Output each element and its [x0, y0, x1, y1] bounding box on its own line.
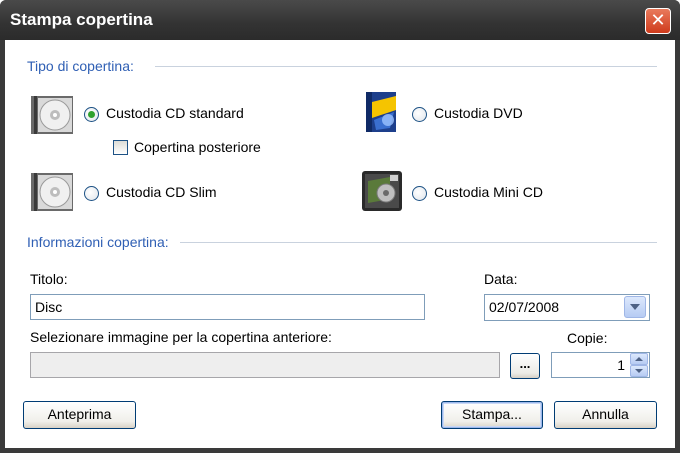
cd-case-icon: [31, 96, 73, 134]
label-cd-standard[interactable]: Custodia CD standard: [106, 105, 244, 121]
group-divider-cover-info: [180, 242, 657, 243]
copies-value: 1: [617, 357, 625, 373]
copies-spinner[interactable]: [630, 352, 648, 378]
close-button[interactable]: ✕: [645, 8, 671, 34]
mini-cd-case-icon: [362, 171, 402, 211]
image-path-input[interactable]: [30, 352, 500, 378]
date-dropdown-button[interactable]: [624, 296, 646, 318]
copies-label: Copie:: [567, 330, 608, 346]
group-divider-cover-type: [155, 66, 657, 67]
window-title: Stampa copertina: [10, 10, 153, 29]
cancel-button[interactable]: Annulla: [554, 401, 657, 429]
spin-down-button[interactable]: [630, 365, 648, 377]
label-mini-cd[interactable]: Custodia Mini CD: [434, 184, 543, 200]
date-label: Data:: [484, 271, 518, 287]
group-label-cover-type: Tipo di copertina:: [27, 58, 138, 74]
radio-cd-slim[interactable]: [84, 186, 99, 201]
checkbox-back-cover[interactable]: [113, 140, 128, 155]
title-bar[interactable]: Stampa copertina ✕: [0, 0, 680, 40]
dialog-client: Tipo di copertina: Custodia CD standard …: [5, 40, 675, 448]
image-label: Selezionare immagine per la copertina an…: [30, 329, 332, 345]
dialog-window: Stampa copertina ✕ Tipo di copertina: Cu…: [0, 0, 680, 453]
title-label: Titolo:: [30, 271, 68, 287]
print-button[interactable]: Stampa...: [441, 401, 543, 429]
cd-case-icon: [31, 173, 73, 211]
date-value: 02/07/2008: [489, 299, 560, 315]
title-input[interactable]: Disc: [30, 294, 425, 320]
label-dvd[interactable]: Custodia DVD: [434, 105, 523, 121]
preview-button[interactable]: Anteprima: [23, 401, 136, 429]
label-cd-slim[interactable]: Custodia CD Slim: [106, 184, 216, 200]
radio-dvd[interactable]: [412, 107, 427, 122]
label-back-cover[interactable]: Copertina posteriore: [134, 139, 261, 155]
group-label-cover-info: Informazioni copertina:: [27, 234, 173, 250]
browse-button[interactable]: ...: [510, 353, 540, 379]
dvd-case-icon: [366, 92, 396, 132]
radio-cd-standard[interactable]: [84, 107, 99, 122]
radio-mini-cd[interactable]: [412, 186, 427, 201]
spin-up-button[interactable]: [630, 353, 648, 365]
close-icon: ✕: [650, 10, 666, 30]
